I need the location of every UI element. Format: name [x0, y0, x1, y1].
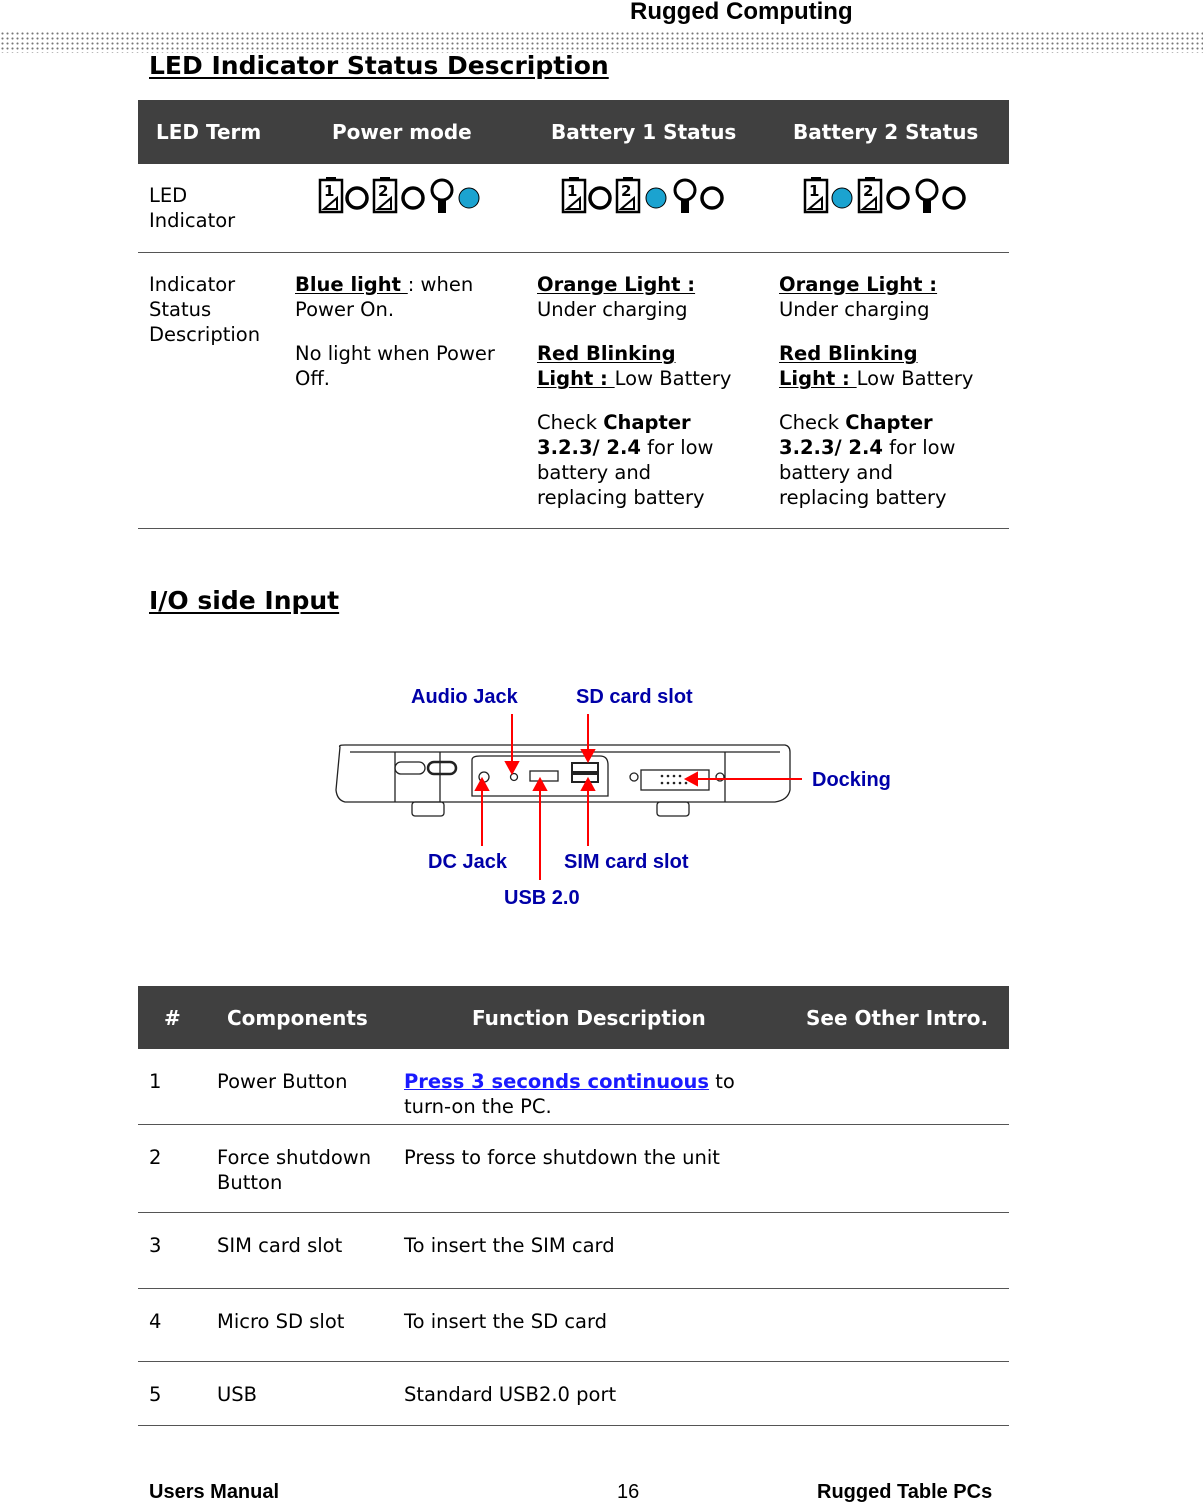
svg-text:1: 1 [567, 182, 577, 200]
row-number: 4 [149, 1310, 162, 1333]
row-number: 5 [149, 1383, 162, 1406]
components-table-header: # Components Function Description See Ot… [138, 986, 1009, 1049]
component-name: Force shutdown Button [217, 1146, 372, 1194]
indicator-status-row: Indicator Status Description Blue light : … [138, 253, 1009, 529]
led-table-header: LED Term Power mode Battery 1 Status Bat… [138, 100, 1009, 164]
col-components: Components [227, 1006, 368, 1030]
table-row: 5 USB Standard USB2.0 port [138, 1362, 1009, 1426]
led-icons-battery1: 12 [561, 177, 724, 214]
header-title: Rugged Computing [630, 0, 853, 25]
bulb-icon [673, 178, 697, 213]
components-table: # Components Function Description See Ot… [138, 986, 1009, 1426]
led-off-icon [401, 186, 425, 210]
battery-1-icon: 1 [318, 177, 344, 214]
press-3-seconds-link[interactable]: Press 3 seconds continuous [404, 1070, 709, 1093]
component-name: Micro SD slot [217, 1310, 345, 1333]
battery-2-icon: 2 [857, 177, 883, 214]
function-description: Standard USB2.0 port [404, 1383, 617, 1406]
col-number: # [164, 1006, 181, 1030]
svg-text:1: 1 [324, 182, 334, 200]
function-description: Press to force shutdown the unit [404, 1146, 720, 1169]
led-icons-power: 12 [318, 177, 480, 214]
component-name: Power Button [217, 1070, 348, 1093]
io-section-title: I/O side Input [149, 586, 340, 615]
function-description: To insert the SD card [404, 1310, 608, 1333]
table-row: 3 SIM card slot To insert the SIM card [138, 1213, 1009, 1289]
led-off-icon [700, 186, 724, 210]
led-indicator-label: LED Indicator [149, 184, 236, 232]
status-label: Indicator Status Description [149, 273, 261, 346]
battery1-status-desc: Orange Light : Under charging Red Blinki… [537, 273, 732, 509]
function-description: To insert the SIM card [404, 1234, 615, 1257]
table-row: 1 Power Button Press 3 seconds continuou… [138, 1049, 1009, 1125]
svg-text:1: 1 [809, 182, 819, 200]
battery-1-icon: 1 [803, 177, 829, 214]
label-usb: USB 2.0 [504, 887, 580, 909]
component-name: USB [217, 1383, 258, 1406]
svg-text:2: 2 [378, 182, 388, 200]
col-power-mode: Power mode [332, 120, 472, 144]
label-docking: Docking [812, 769, 891, 791]
led-indicator-row: LED Indicator 12 12 12 [138, 164, 1009, 253]
bulb-icon [915, 178, 939, 213]
label-audio-jack: Audio Jack [411, 686, 518, 708]
battery2-status-desc: Orange Light : Under charging Red Blinki… [779, 273, 974, 509]
table-row: 2 Force shutdown Button Press to force sh… [138, 1125, 1009, 1213]
col-led-term: LED Term [156, 120, 262, 144]
power-status-desc: Blue light : when Power On. No light whe… [295, 273, 495, 390]
svg-text:2: 2 [863, 182, 873, 200]
led-off-icon [345, 186, 369, 210]
label-sd-card-slot: SD card slot [576, 686, 693, 708]
led-section-title: LED Indicator Status Description [149, 51, 609, 80]
led-on-icon [831, 187, 853, 209]
row-number: 2 [149, 1146, 162, 1169]
battery-2-icon: 2 [372, 177, 398, 214]
col-battery1: Battery 1 Status [551, 120, 737, 144]
table-row: 4 Micro SD slot To insert the SD card [138, 1289, 1009, 1362]
battery-2-icon: 2 [615, 177, 641, 214]
col-see-other: See Other Intro. [806, 1006, 989, 1030]
led-icons-battery2: 12 [803, 177, 966, 214]
led-off-icon [588, 186, 612, 210]
led-on-icon [458, 187, 480, 209]
svg-text:2: 2 [621, 182, 631, 200]
led-off-icon [886, 186, 910, 210]
col-function: Function Description [472, 1006, 706, 1030]
led-off-icon [942, 186, 966, 210]
row-number: 1 [149, 1070, 162, 1093]
io-side-diagram [335, 714, 802, 880]
footer-page: 16 [617, 1481, 640, 1503]
led-table: LED Term Power mode Battery 1 Status Bat… [138, 100, 1009, 529]
bulb-icon [430, 178, 454, 213]
footer-right: Rugged Table PCs [817, 1481, 993, 1503]
component-name: SIM card slot [217, 1234, 343, 1257]
footer-left: Users Manual [149, 1481, 280, 1503]
led-on-icon [645, 187, 667, 209]
function-description: Press 3 seconds continuous to turn-on the… [404, 1070, 735, 1118]
battery-1-icon: 1 [561, 177, 587, 214]
col-battery2: Battery 2 Status [793, 120, 979, 144]
row-number: 3 [149, 1234, 162, 1257]
header-dotted-band [0, 31, 1203, 53]
